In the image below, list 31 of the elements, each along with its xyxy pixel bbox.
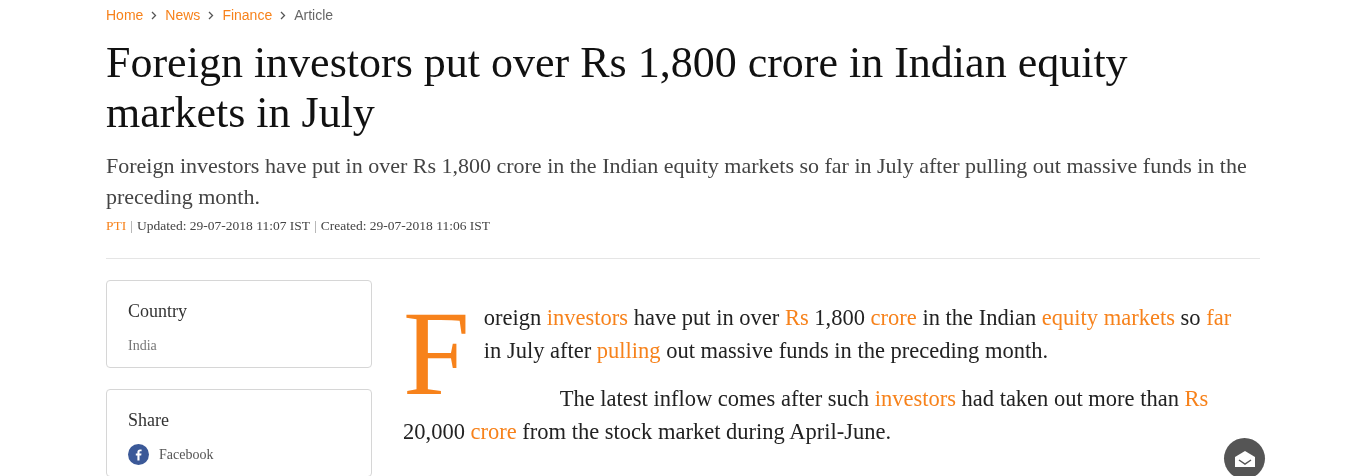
created-date: Created: 29-07-2018 11:06 IST: [320, 217, 491, 235]
breadcrumb-current: Article: [294, 5, 334, 25]
source-link[interactable]: PTI: [106, 216, 127, 237]
article-link[interactable]: crore: [470, 419, 517, 445]
article-link[interactable]: investors: [874, 386, 956, 412]
breadcrumb-link[interactable]: News: [165, 4, 201, 26]
breadcrumb-link[interactable]: Home: [106, 4, 144, 26]
separator: |: [314, 217, 317, 235]
article-link[interactable]: investors: [546, 305, 629, 331]
article-link[interactable]: equity markets: [1041, 305, 1175, 331]
article-title: Foreign investors put over Rs 1,800 crore in Indian equity markets in July: [106, 38, 1129, 138]
chevron-icon: [280, 10, 287, 20]
article-link[interactable]: Rs: [1184, 386, 1209, 412]
chevron-icon: [208, 10, 215, 20]
card-value: India: [128, 337, 158, 356]
chevron-icon: [151, 10, 158, 20]
card-heading: Share: [128, 409, 170, 433]
facebook-icon: [128, 444, 149, 466]
article-link[interactable]: pulling: [596, 338, 661, 364]
article-link[interactable]: crore: [870, 305, 917, 331]
envelope-icon: [1233, 449, 1256, 468]
breadcrumb-link[interactable]: Finance: [222, 4, 273, 26]
separator: |: [130, 217, 133, 235]
article-link[interactable]: Rs: [784, 305, 809, 331]
card-heading: Country: [128, 300, 188, 324]
article-summary: Foreign investors have put in over Rs 1,800 crore in the Indian equity markets so far in July after pulling out massive funds in the preceding month.: [106, 152, 1248, 211]
facebook-link[interactable]: Facebook: [128, 444, 350, 466]
article-link[interactable]: far: [1206, 305, 1232, 331]
chat-button[interactable]: [1224, 438, 1265, 476]
updated-date: Updated: 29-07-2018 11:07 IST: [136, 217, 311, 235]
article-paragraph: oreign investors have put in over Rs 1,800 crore in the Indian equity markets so far in July after pulling out massive funds in the preceding month.: [483, 304, 1233, 366]
